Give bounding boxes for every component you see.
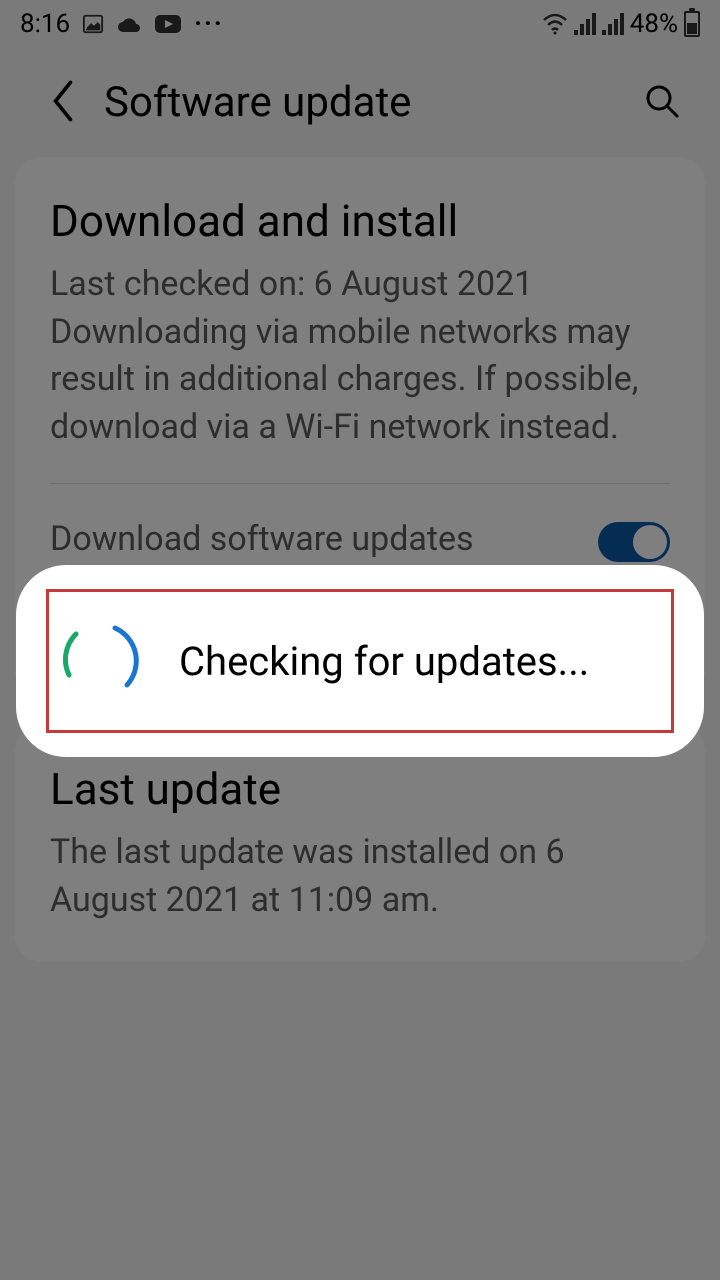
dialog-text: Checking for updates... (179, 638, 589, 685)
dialog-highlight: Checking for updates... (46, 589, 674, 733)
checking-updates-dialog: Checking for updates... (16, 565, 704, 757)
spinner-icon (59, 620, 141, 702)
